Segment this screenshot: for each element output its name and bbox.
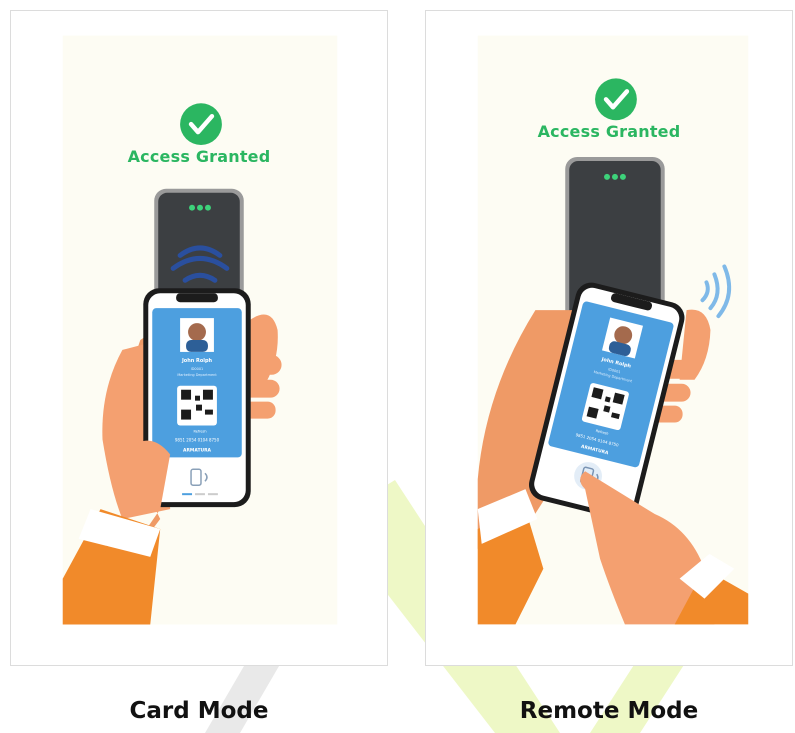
card-brand: ARMATURA <box>183 447 212 453</box>
card-role-2: Marketing Department <box>177 373 217 377</box>
access-granted-label: Access Granted <box>127 147 271 166</box>
card-name: John Rolph <box>181 358 213 364</box>
card-mode-illustration: John Rolph ID0001 Marketing Department R… <box>62 35 338 625</box>
access-granted-label: Access Granted <box>537 122 681 141</box>
card-role-1: ID0001 <box>191 367 204 371</box>
card-number: 9851 2054 0104 8750 <box>175 437 220 442</box>
remote-mode-illustration: John Rolph ID0001 Marketing Department R… <box>477 35 749 625</box>
card-mode-caption: Card Mode <box>129 698 269 724</box>
refresh-label: Refresh <box>193 429 206 433</box>
check-circle-icon <box>180 103 222 146</box>
card-mode-panel: John Rolph ID0001 Marketing Department R… <box>10 10 388 666</box>
remote-mode-panel: John Rolph ID0001 Marketing Department R… <box>425 10 793 666</box>
check-circle-icon <box>595 78 637 121</box>
remote-mode-caption: Remote Mode <box>519 698 699 724</box>
